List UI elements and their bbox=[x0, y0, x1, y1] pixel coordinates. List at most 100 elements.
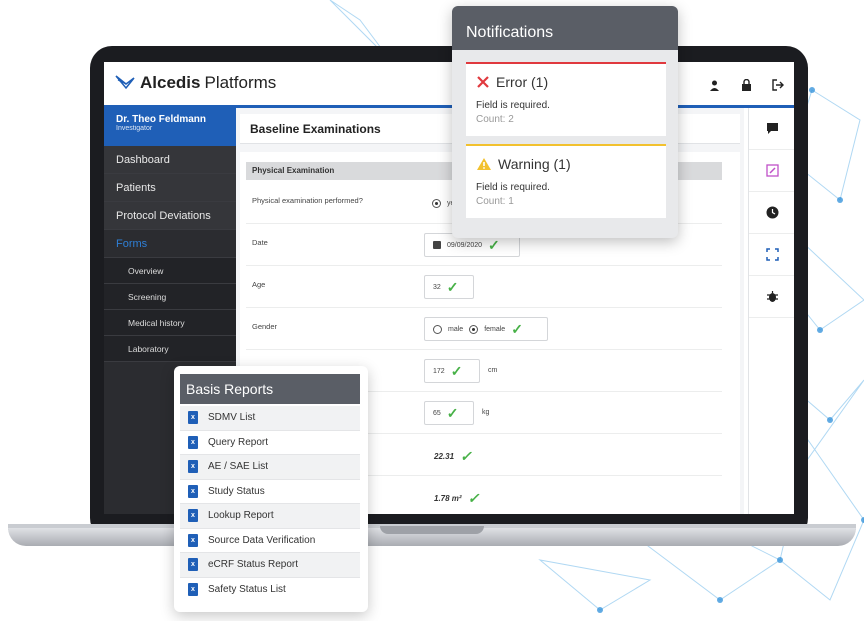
logout-icon[interactable] bbox=[762, 62, 794, 108]
excel-file-icon: x bbox=[188, 509, 198, 523]
edit-icon[interactable] bbox=[749, 150, 794, 192]
basis-reports-panel: Basis Reports x SDMV List x Query Report x… bbox=[174, 366, 368, 612]
weight-unit: kg bbox=[482, 409, 490, 416]
header-icon-group bbox=[698, 62, 794, 108]
radio-female-label: female bbox=[484, 325, 506, 333]
sidebar-item-protocol-deviations[interactable]: Protocol Deviations bbox=[104, 202, 236, 230]
check-icon: ✓ bbox=[460, 448, 472, 464]
warning-triangle-icon bbox=[477, 158, 491, 170]
error-message: Field is required. bbox=[476, 100, 550, 111]
user-role: Investigator bbox=[116, 125, 153, 132]
report-label: AE / SAE List bbox=[208, 461, 269, 473]
field-label: Age bbox=[252, 280, 266, 289]
error-count: Count: 2 bbox=[476, 114, 514, 125]
report-item[interactable]: x Source Data Verification bbox=[180, 529, 360, 553]
report-item[interactable]: x SDMV List bbox=[180, 406, 360, 431]
field-label: Gender bbox=[252, 322, 278, 331]
laptop-notch bbox=[380, 526, 484, 534]
check-icon: ✓ bbox=[450, 362, 463, 379]
weight-value: 65 bbox=[433, 409, 441, 417]
bsa-value: 1.78 m² bbox=[434, 494, 462, 503]
report-label: Safety Status List bbox=[208, 584, 286, 596]
gender-radio-group[interactable]: male female ✓ bbox=[424, 317, 548, 341]
report-label: SDMV List bbox=[208, 412, 256, 424]
sidebar-subitem-medical-history[interactable]: Medical history bbox=[104, 310, 236, 336]
marketing-stage: Alcedis Platforms Dr. Theo Feldmann Inves… bbox=[0, 0, 864, 621]
warning-title: Warning (1) bbox=[498, 156, 571, 172]
age-input[interactable]: 32 ✓ bbox=[424, 275, 474, 299]
bmi-readout: 22.31 ✓ bbox=[434, 448, 472, 465]
warning-count: Count: 1 bbox=[476, 196, 514, 207]
excel-file-icon: x bbox=[188, 411, 198, 425]
sidebar-subitem-laboratory[interactable]: Laboratory bbox=[104, 336, 236, 362]
height-input[interactable]: 172 ✓ bbox=[424, 359, 480, 383]
radio-male[interactable] bbox=[433, 324, 442, 334]
height-value: 172 bbox=[433, 367, 445, 375]
bsa-readout: 1.78 m² ✓ bbox=[434, 490, 479, 507]
sidebar-item-forms[interactable]: Forms bbox=[104, 230, 236, 258]
check-icon: ✓ bbox=[511, 320, 523, 337]
error-card[interactable]: Error (1) Field is required. Count: 2 bbox=[466, 62, 666, 136]
bug-icon[interactable] bbox=[749, 276, 794, 318]
app-header: Alcedis Platforms bbox=[104, 62, 794, 108]
logo-text-bold: Alcedis bbox=[140, 73, 201, 92]
notifications-panel: Notifications Error (1) Field is require… bbox=[452, 6, 678, 238]
report-label: Query Report bbox=[208, 436, 269, 448]
bmi-value: 22.31 bbox=[434, 452, 455, 461]
warning-heading: Warning (1) bbox=[476, 156, 571, 172]
form-row-age: Age 32 ✓ bbox=[246, 266, 722, 308]
check-icon: ✓ bbox=[488, 236, 500, 253]
app-logo[interactable]: Alcedis Platforms bbox=[114, 72, 276, 94]
sidebar-subitem-screening[interactable]: Screening bbox=[104, 284, 236, 310]
report-label: eCRF Status Report bbox=[208, 559, 299, 571]
report-label: Source Data Verification bbox=[208, 534, 316, 546]
comment-icon[interactable] bbox=[749, 108, 794, 150]
excel-file-icon: x bbox=[188, 558, 198, 572]
form-row-gender: Gender male female ✓ bbox=[246, 308, 722, 350]
radio-female[interactable] bbox=[469, 324, 479, 334]
report-item[interactable]: x AE / SAE List bbox=[180, 455, 360, 480]
clock-icon[interactable] bbox=[749, 192, 794, 234]
user-icon[interactable] bbox=[698, 62, 730, 108]
report-label: Lookup Report bbox=[208, 510, 274, 522]
excel-file-icon: x bbox=[188, 583, 198, 597]
radio-male-label: male bbox=[448, 325, 464, 333]
report-item[interactable]: x Safety Status List bbox=[180, 578, 360, 603]
report-label: Study Status bbox=[208, 485, 265, 497]
lock-icon[interactable] bbox=[730, 62, 762, 108]
notifications-title: Notifications bbox=[452, 6, 678, 50]
sidebar-subitem-overview[interactable]: Overview bbox=[104, 258, 236, 284]
report-item[interactable]: x Study Status bbox=[180, 480, 360, 504]
excel-file-icon: x bbox=[188, 435, 198, 449]
user-panel[interactable]: Dr. Theo Feldmann Investigator bbox=[104, 108, 236, 146]
report-item[interactable]: x Lookup Report bbox=[180, 504, 360, 529]
report-item[interactable]: x Query Report bbox=[180, 431, 360, 455]
report-item[interactable]: x eCRF Status Report bbox=[180, 553, 360, 578]
check-icon: ✓ bbox=[446, 404, 459, 421]
weight-input[interactable]: 65 ✓ bbox=[424, 401, 474, 425]
logo-text-light: Platforms bbox=[204, 73, 277, 92]
error-x-icon bbox=[477, 76, 489, 88]
radio-yes[interactable] bbox=[432, 198, 441, 208]
field-label: Date bbox=[252, 238, 268, 247]
field-label: Physical examination performed? bbox=[252, 196, 363, 205]
error-title: Error (1) bbox=[496, 74, 549, 90]
warning-card[interactable]: Warning (1) Field is required. Count: 1 bbox=[466, 144, 666, 218]
height-unit: cm bbox=[488, 367, 498, 374]
date-value: 09/09/2020 bbox=[447, 241, 483, 249]
sidebar-item-dashboard[interactable]: Dashboard bbox=[104, 146, 236, 174]
check-icon: ✓ bbox=[446, 278, 459, 295]
excel-file-icon: x bbox=[188, 460, 198, 474]
fullscreen-icon[interactable] bbox=[749, 234, 794, 276]
sidebar-item-patients[interactable]: Patients bbox=[104, 174, 236, 202]
calendar-icon[interactable] bbox=[433, 241, 441, 249]
user-name: Dr. Theo Feldmann bbox=[116, 114, 207, 125]
bird-logo-icon bbox=[115, 75, 135, 90]
error-heading: Error (1) bbox=[476, 74, 548, 90]
excel-file-icon: x bbox=[188, 484, 198, 498]
right-toolbar bbox=[748, 108, 794, 514]
age-value: 32 bbox=[433, 283, 441, 291]
check-icon: ✓ bbox=[467, 490, 480, 506]
reports-title: Basis Reports bbox=[180, 374, 360, 404]
excel-file-icon: x bbox=[188, 533, 198, 547]
